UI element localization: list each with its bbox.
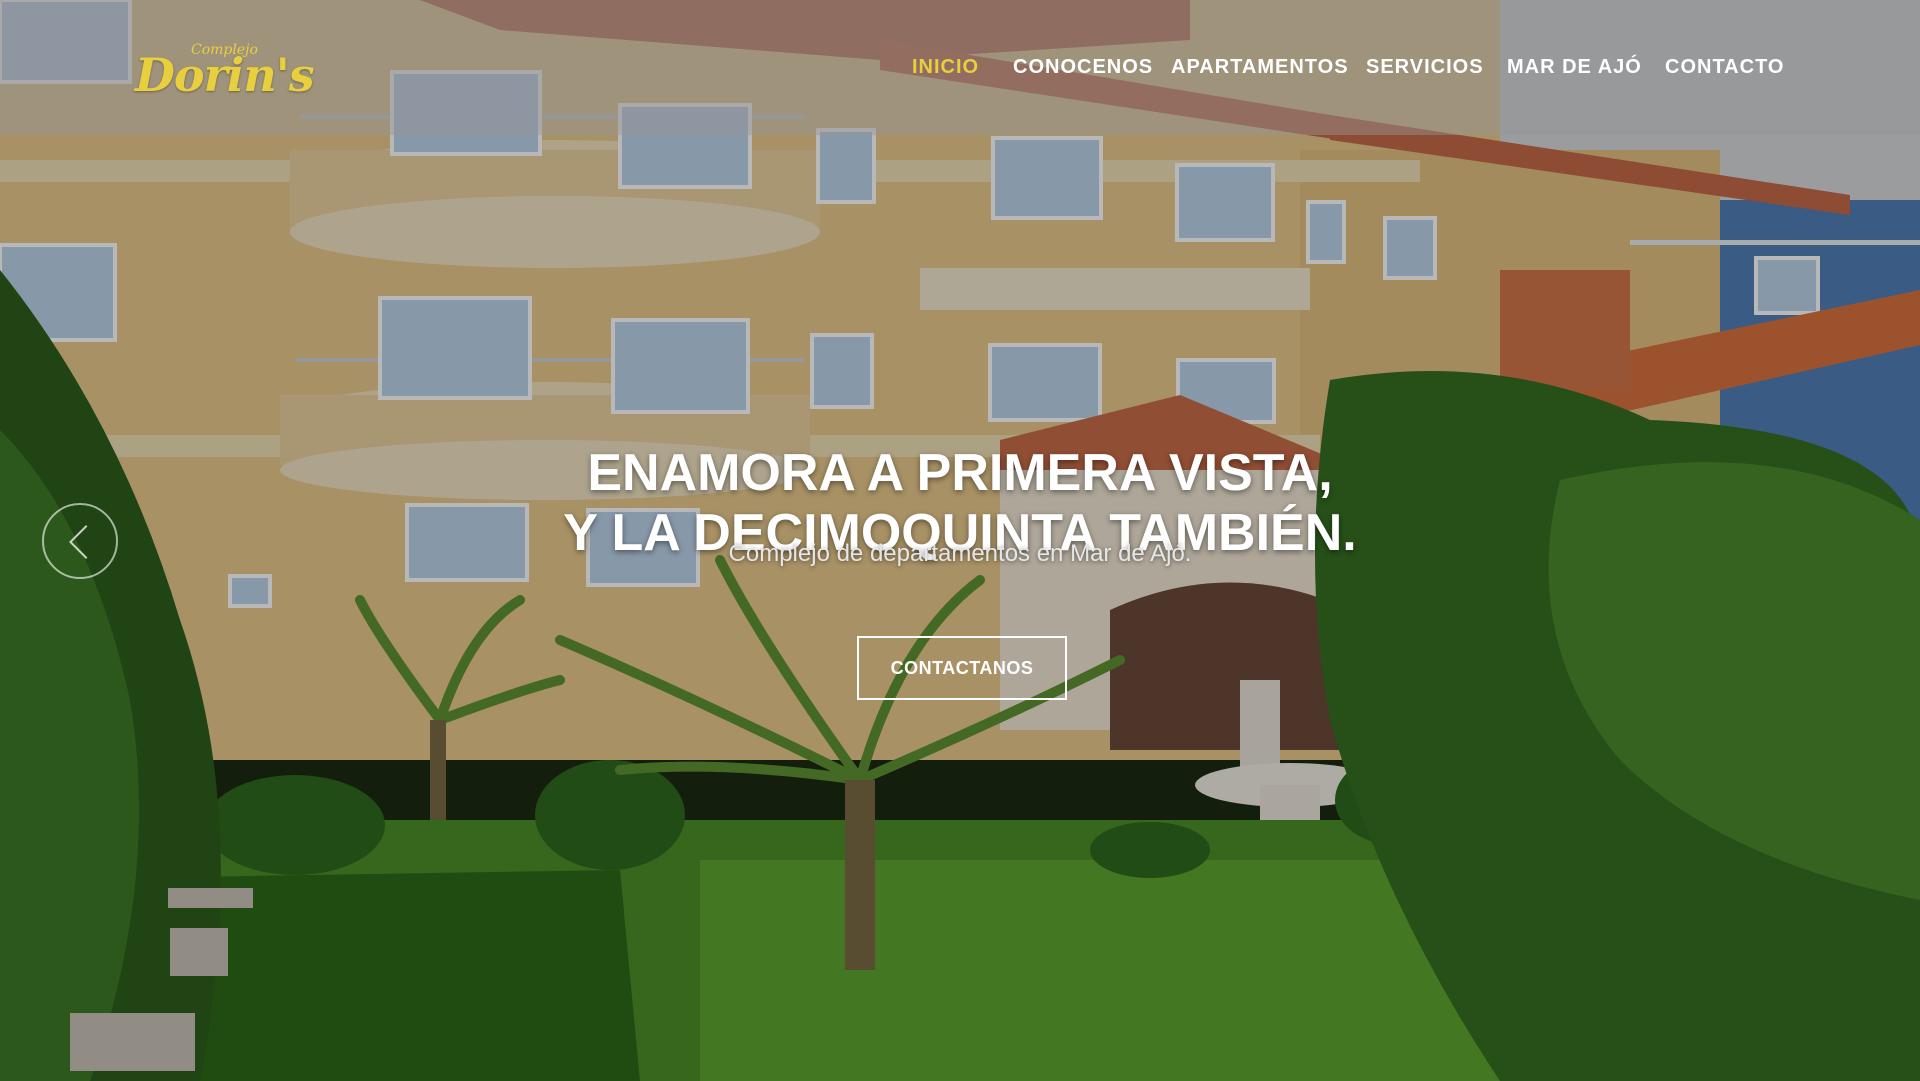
contact-cta-button[interactable]: CONTACTANOS	[857, 636, 1067, 700]
nav-item-conocenos[interactable]: CONOCENOS	[1013, 56, 1153, 79]
main-nav: INICIO CONOCENOS APARTAMENTOS SERVICIOS …	[0, 56, 1920, 86]
hero-headline-line1: ENAMORA A PRIMERA VISTA,	[587, 443, 1333, 502]
nav-item-contacto[interactable]: CONTACTO	[1665, 56, 1784, 79]
nav-item-apartamentos[interactable]: APARTAMENTOS	[1171, 56, 1349, 79]
nav-item-mar-de-ajo[interactable]: MAR DE AJÓ	[1507, 56, 1642, 79]
site-header: Complejo Dorin's INICIO CONOCENOS APARTA…	[0, 0, 1920, 135]
nav-item-inicio[interactable]: INICIO	[912, 56, 979, 79]
nav-item-servicios[interactable]: SERVICIOS	[1366, 56, 1484, 79]
hero-subtitle: Complejo de departamentos en Mar de Ajó.	[728, 540, 1192, 567]
